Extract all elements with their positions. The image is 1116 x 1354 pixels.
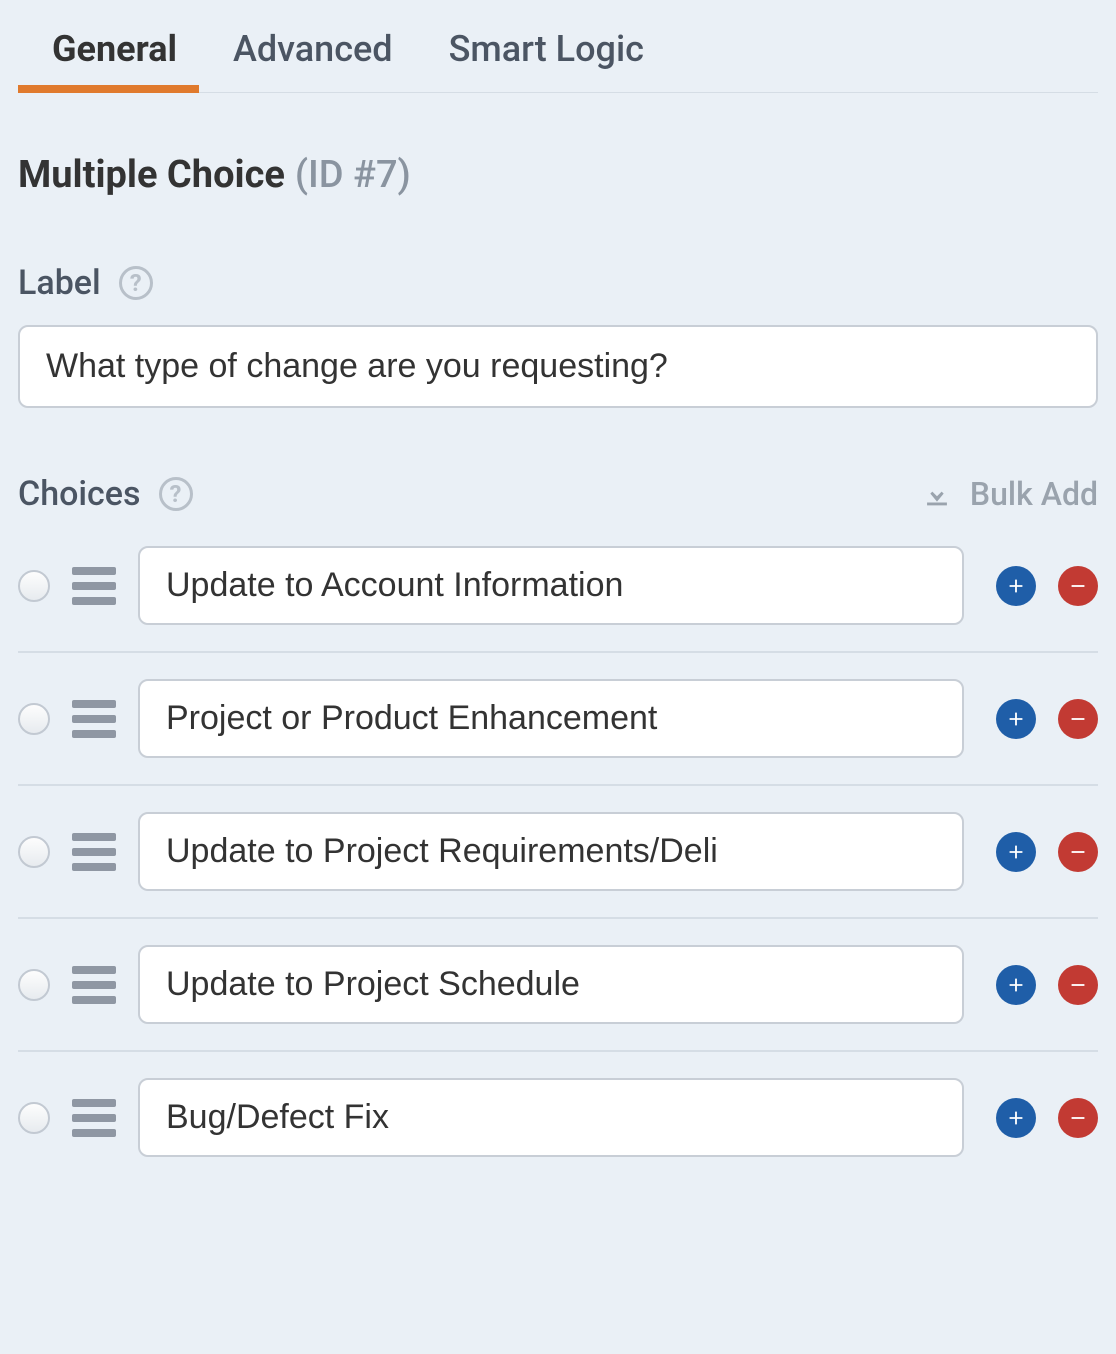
drag-handle-icon[interactable] — [72, 698, 116, 740]
choices-list — [18, 520, 1098, 1183]
choice-row — [18, 919, 1098, 1052]
remove-choice-button[interactable] — [1058, 965, 1098, 1005]
field-id: (ID #7) — [295, 153, 411, 197]
help-icon[interactable]: ? — [159, 477, 193, 511]
tab-smart-logic[interactable]: Smart Logic — [445, 22, 648, 92]
add-choice-button[interactable] — [996, 1098, 1036, 1138]
remove-choice-button[interactable] — [1058, 832, 1098, 872]
choice-row — [18, 786, 1098, 919]
field-type-title: Multiple Choice — [18, 153, 285, 197]
remove-choice-button[interactable] — [1058, 1098, 1098, 1138]
drag-handle-icon[interactable] — [72, 565, 116, 607]
choice-row — [18, 520, 1098, 653]
choice-radio[interactable] — [18, 703, 50, 735]
tabs: General Advanced Smart Logic — [18, 0, 1098, 93]
add-choice-button[interactable] — [996, 832, 1036, 872]
choice-input[interactable] — [138, 679, 964, 758]
choices-section-label: Choices — [18, 474, 141, 514]
remove-choice-button[interactable] — [1058, 699, 1098, 739]
add-choice-button[interactable] — [996, 566, 1036, 606]
choices-section-header: Choices ? Bulk Add — [18, 474, 1098, 514]
choice-input[interactable] — [138, 945, 964, 1024]
choice-radio[interactable] — [18, 1102, 50, 1134]
bulk-add-label: Bulk Add — [970, 475, 1098, 513]
drag-handle-icon[interactable] — [72, 964, 116, 1006]
choice-row — [18, 653, 1098, 786]
drag-handle-icon[interactable] — [72, 1097, 116, 1139]
choice-input[interactable] — [138, 1078, 964, 1157]
choice-radio[interactable] — [18, 570, 50, 602]
download-icon — [920, 477, 954, 511]
choice-input[interactable] — [138, 546, 964, 625]
choice-input[interactable] — [138, 812, 964, 891]
drag-handle-icon[interactable] — [72, 831, 116, 873]
remove-choice-button[interactable] — [1058, 566, 1098, 606]
label-section-label: Label — [18, 263, 101, 303]
field-heading: Multiple Choice (ID #7) — [18, 93, 1098, 197]
choice-radio[interactable] — [18, 836, 50, 868]
tab-general[interactable]: General — [48, 22, 181, 92]
add-choice-button[interactable] — [996, 699, 1036, 739]
bulk-add-button[interactable]: Bulk Add — [920, 475, 1098, 513]
choice-row — [18, 1052, 1098, 1183]
label-input[interactable] — [18, 325, 1098, 408]
choice-radio[interactable] — [18, 969, 50, 1001]
add-choice-button[interactable] — [996, 965, 1036, 1005]
label-section-header: Label ? — [18, 263, 1098, 303]
help-icon[interactable]: ? — [119, 266, 153, 300]
tab-advanced[interactable]: Advanced — [229, 22, 397, 92]
